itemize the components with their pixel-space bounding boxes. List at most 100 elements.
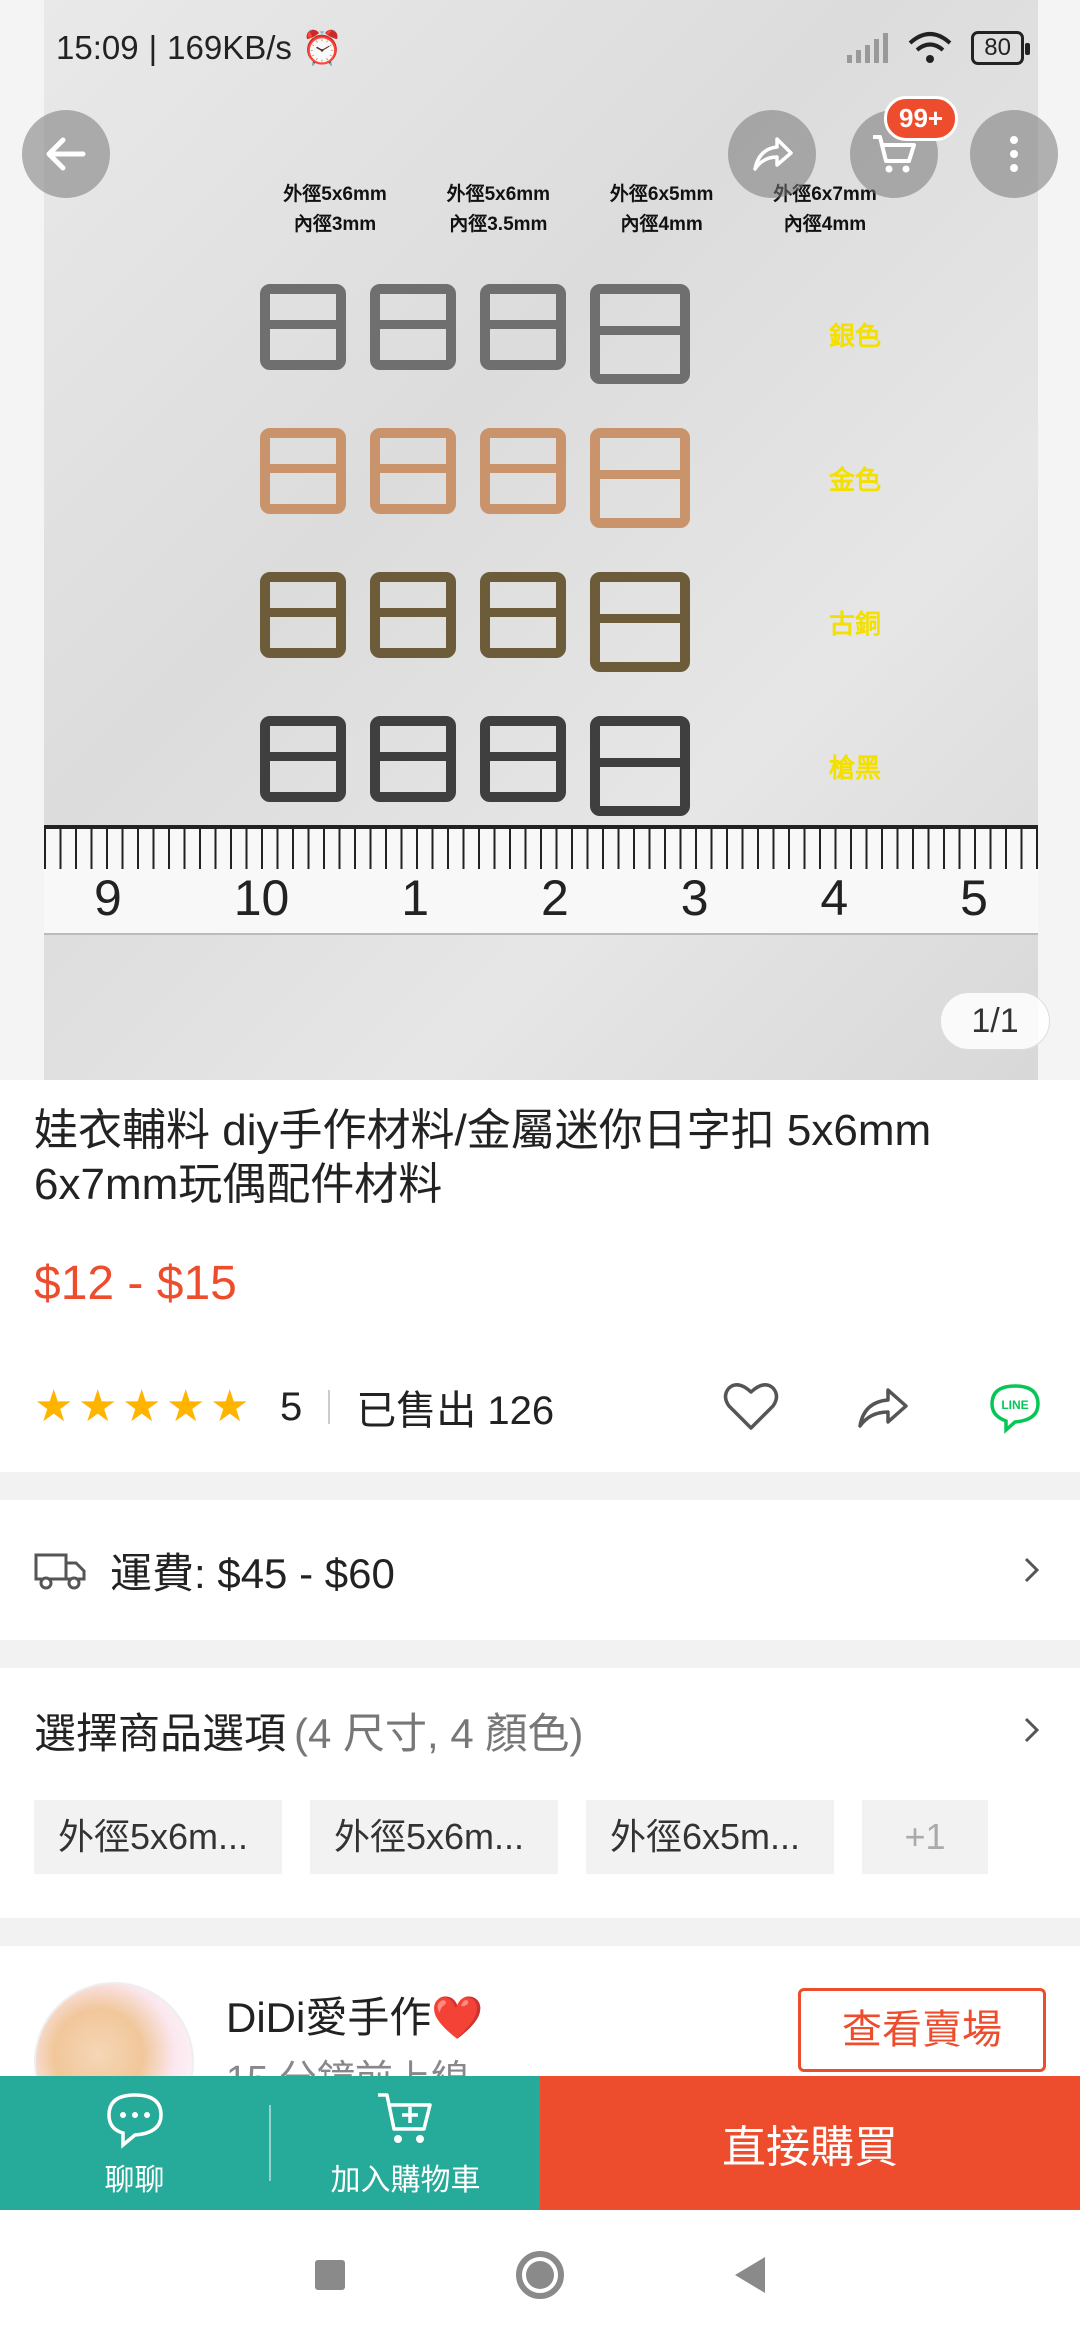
section-gap [0,1640,1080,1668]
status-bar: 15:09 | 169KB/s ⏰ 80 [0,0,1080,96]
buckle-sample [480,428,566,514]
color-label: 銀色 [828,320,881,351]
image-pager: 1/1 [940,992,1050,1050]
buckle-sample [590,428,690,528]
buckle-sample [370,716,456,802]
line-share-icon[interactable]: LINE [984,1376,1046,1438]
more-options-chip[interactable]: +1 [862,1800,988,1874]
star-icon: ★ [78,1382,118,1431]
ruler-numbers: 9 10 1 2 3 4 5 [44,869,1038,927]
options-summary: (4 尺寸, 4 顏色) [294,1709,584,1757]
divider [328,1390,331,1424]
shipping-fee: 運費: $45 - $60 [110,1549,395,1597]
share-button[interactable] [728,110,816,198]
buckle-row: 銀色 [260,284,900,384]
spec-header: 外徑6x5mm 內徑4mm [609,184,714,235]
status-speed: 169KB/s [167,29,292,66]
ruler-number: 10 [233,870,290,926]
sold-count: 已售出 126 [356,1389,555,1433]
buckle-sample [480,716,566,802]
status-time: 15:09 [56,29,139,66]
color-label: 金色 [828,464,881,495]
chat-label: 聊聊 [104,2164,165,2197]
add-cart-label: 加入購物車 [330,2164,481,2197]
spec-headers: 外徑5x6mm 內徑3mm 外徑5x6mm 內徑3.5mm 外徑6x5mm 內徑4mm… [260,180,900,240]
buckle-sample [590,284,690,384]
heart-icon[interactable] [720,1376,782,1438]
buckle-crossbar [600,614,680,623]
options-header[interactable]: 選擇商品選項 (4 尺寸, 4 顏色) [34,1700,1046,1760]
shop-name[interactable]: DiDi愛手作❤️ [226,1984,484,2045]
signal-icon [847,33,889,63]
star-icon: ★ [34,1382,74,1431]
buckle-crossbar [490,320,556,330]
ruler-number: 3 [680,870,709,926]
option-chip[interactable]: 外徑5x6m... [34,1800,282,1874]
buckle-sample [370,428,456,514]
system-nav-bar [0,2210,1080,2340]
add-to-cart-button[interactable]: 加入購物車 [271,2087,540,2199]
battery-indicator: 80 [971,31,1030,65]
buckle-crossbar [270,320,336,330]
measuring-ruler: 9 10 1 2 3 4 5 [44,825,1038,935]
spec-header: 外徑5x6mm 內徑3mm [283,184,387,235]
buckle-sample [590,716,690,816]
rating-row: ★ ★ ★ ★ ★ 5 已售出 126 LINE [34,1372,1046,1442]
buckle-sample [260,572,346,658]
chevron-right-icon [1024,1717,1040,1743]
bottom-action-bar: 聊聊 加入購物車 直接購買 [0,2076,1080,2210]
chat-bubble-icon [106,2093,163,2149]
option-chip[interactable]: 外徑5x6m... [310,1800,558,1874]
buckle-sample [480,284,566,370]
share-icon[interactable] [852,1376,914,1438]
star-rating[interactable]: ★ ★ ★ ★ ★ [34,1382,250,1431]
recents-button[interactable] [315,2260,346,2290]
option-chip[interactable]: 外徑6x5m... [586,1800,834,1874]
options-title: 選擇商品選項 [34,1709,287,1757]
chat-button[interactable]: 聊聊 [0,2087,269,2199]
status-divider: | [148,29,158,66]
product-image-carousel[interactable]: 外徑5x6mm 內徑3mm 外徑5x6mm 內徑3.5mm 外徑6x5mm 內徑4mm… [0,0,1080,1080]
buckle-crossbar [490,752,556,762]
buckle-spec-grid: 外徑5x6mm 內徑3mm 外徑5x6mm 內徑3.5mm 外徑6x5mm 內徑4mm… [260,180,900,816]
buy-now-button[interactable]: 直接購買 [540,2076,1080,2210]
star-icon: ★ [166,1382,206,1431]
buckle-crossbar [270,464,336,474]
cart-button[interactable]: 99+ [850,96,959,198]
buckle-row: 金色 [260,428,900,528]
wifi-icon [908,32,952,63]
buckle-row: 古銅 [260,572,900,672]
chevron-right-icon [1024,1557,1040,1583]
back-nav-button[interactable] [734,2257,765,2293]
ruler-number: 5 [960,870,988,926]
section-gap [0,1472,1080,1500]
option-chips: 外徑5x6m... 外徑5x6m... 外徑6x5m... +1 [34,1800,988,1874]
cart-count-badge: 99+ [884,96,959,141]
more-vertical-icon [1010,136,1018,172]
buckle-crossbar [380,608,446,618]
star-icon: ★ [210,1382,250,1431]
alarm-icon: ⏰ [301,28,344,66]
shipping-row[interactable]: 運費: $45 - $60 [34,1500,1046,1640]
buckle-crossbar [270,608,336,618]
more-options-button[interactable] [970,110,1058,198]
buckle-crossbar [600,326,680,335]
product-title: 娃衣輔料 diy手作材料/金屬迷你日字扣 5x6mm 6x7mm玩偶配件材料 [34,1106,932,1209]
back-button[interactable] [22,110,110,198]
buckle-crossbar [270,752,336,762]
ruler-number: 9 [94,870,122,926]
buckle-sample [260,284,346,370]
buckle-sample [370,572,456,658]
buckle-sample [370,284,456,370]
ruler-number: 2 [540,870,569,926]
buckle-crossbar [490,608,556,618]
section-gap [0,1918,1080,1946]
buckle-row: 槍黑 [260,716,900,816]
buckle-crossbar [600,470,680,479]
view-shop-button[interactable]: 查看賣場 [798,1988,1046,2072]
product-price: $12 - $15 [34,1257,237,1310]
color-label: 槍黑 [828,752,881,783]
buckle-crossbar [380,320,446,330]
ruler-number: 1 [401,870,430,926]
home-button[interactable] [515,2251,564,2299]
